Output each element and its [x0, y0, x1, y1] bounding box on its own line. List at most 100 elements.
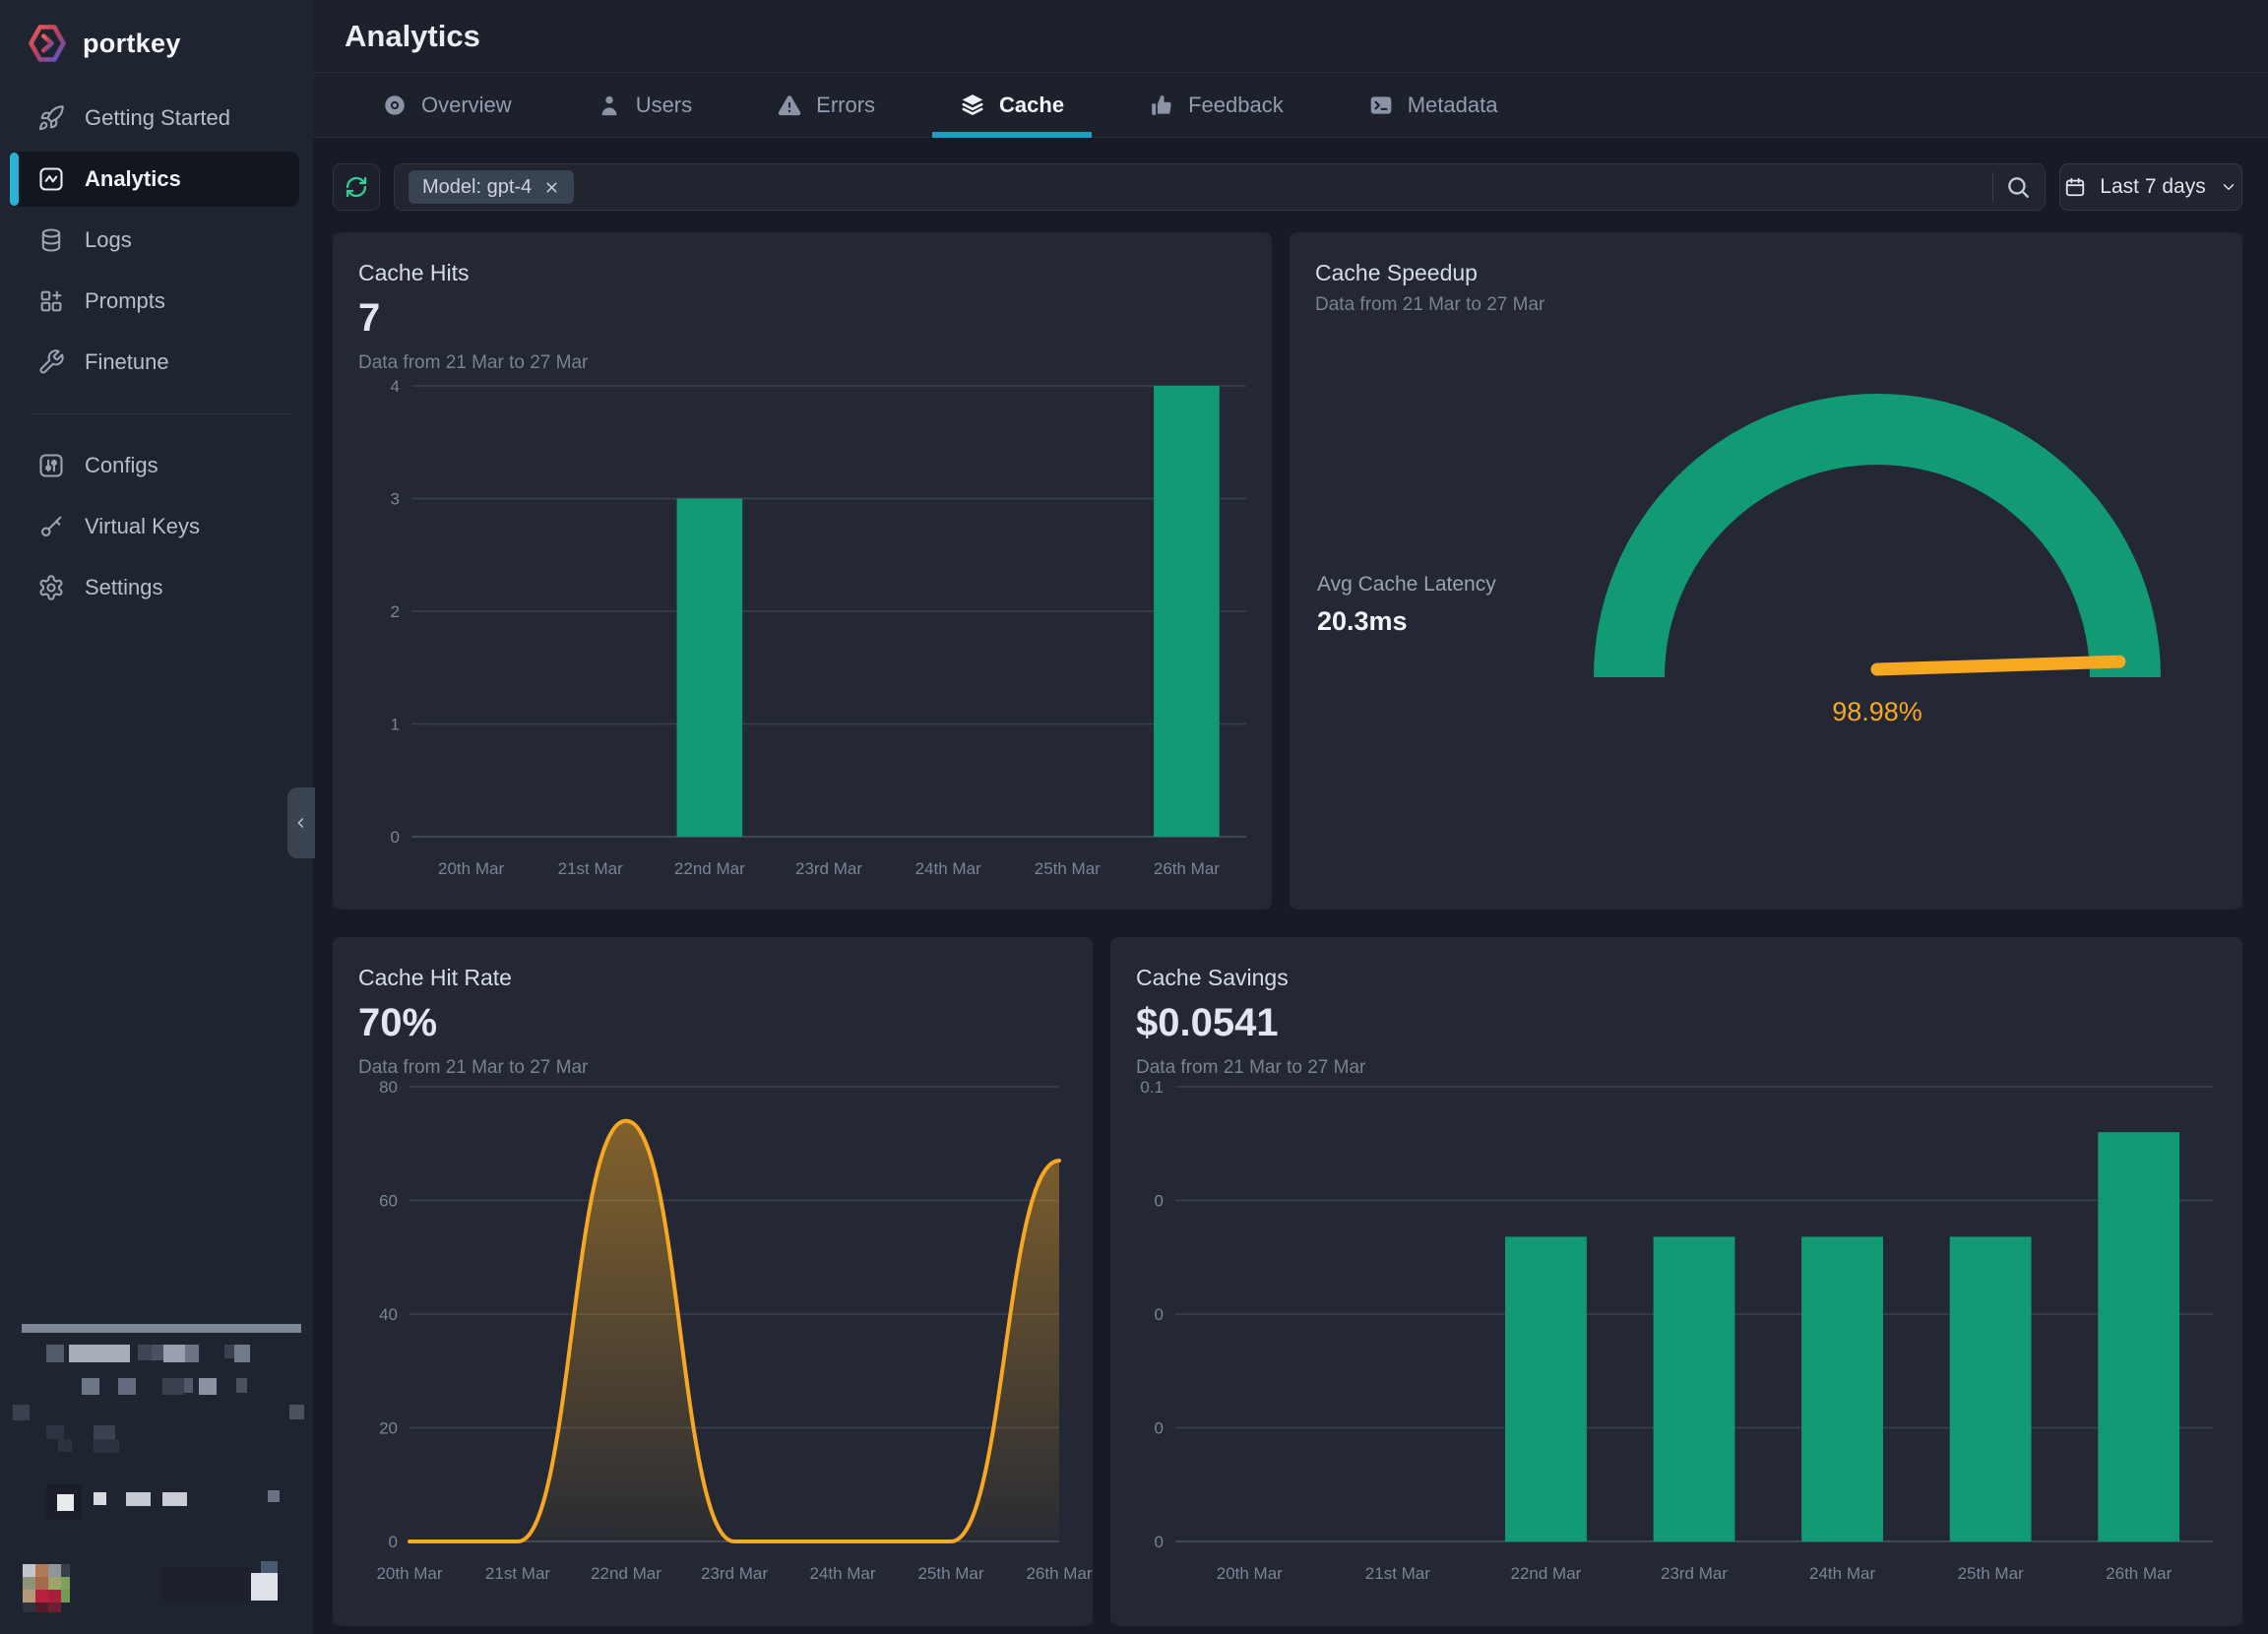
svg-text:26th Mar: 26th Mar	[1154, 859, 1220, 878]
logo-text: portkey	[83, 29, 181, 59]
sidebar-item-label: Getting Started	[85, 105, 230, 131]
redacted-pixel	[163, 1345, 185, 1362]
sidebar-collapse-button[interactable]	[287, 787, 315, 858]
svg-text:80: 80	[379, 1078, 398, 1097]
svg-text:0.1: 0.1	[1140, 1078, 1164, 1097]
sidebar-item-getting-started[interactable]: Getting Started	[12, 91, 299, 146]
wrench-icon	[37, 348, 65, 376]
svg-text:25th Mar: 25th Mar	[917, 1564, 983, 1583]
redacted-pixel	[61, 1577, 70, 1590]
close-icon[interactable]	[543, 179, 560, 196]
tab-metadata[interactable]: Metadata	[1341, 73, 1526, 137]
tab-label: Cache	[999, 93, 1064, 118]
sidebar-item-label: Logs	[85, 227, 132, 253]
filter-search-input[interactable]: Model: gpt-4	[394, 163, 2046, 211]
svg-text:20th Mar: 20th Mar	[438, 859, 504, 878]
sidebar-item-finetune[interactable]: Finetune	[12, 335, 299, 390]
svg-text:0: 0	[1155, 1533, 1164, 1551]
sidebar-item-prompts[interactable]: Prompts	[12, 274, 299, 329]
redacted-pixel	[162, 1378, 184, 1395]
svg-text:3: 3	[391, 490, 400, 509]
svg-text:4: 4	[391, 377, 400, 396]
redacted-pixel	[23, 1590, 35, 1603]
sidebar-item-configs[interactable]: Configs	[12, 438, 299, 493]
redacted-pixel	[57, 1494, 74, 1511]
cache-savings-bar-chart[interactable]: 00000.120th Mar21st Mar22nd Mar23rd Mar2…	[1110, 1075, 2242, 1626]
sidebar-item-logs[interactable]: Logs	[12, 213, 299, 268]
redacted-pixel	[23, 1577, 35, 1590]
svg-text:24th Mar: 24th Mar	[809, 1564, 875, 1583]
tab-label: Users	[636, 93, 692, 118]
redacted-pixel	[162, 1492, 187, 1506]
cards-row-1: Cache Hits 7 Data from 21 Mar to 27 Mar …	[333, 232, 2242, 910]
svg-text:20th Mar: 20th Mar	[376, 1564, 442, 1583]
key-icon	[37, 513, 65, 540]
sidebar-item-label: Analytics	[85, 166, 181, 192]
redacted-pixel	[35, 1603, 48, 1612]
redacted-pixel	[118, 1378, 136, 1395]
chevron-down-icon	[2220, 178, 2237, 196]
redacted-pixel	[236, 1378, 247, 1393]
card-title: Cache Hit Rate	[358, 965, 1067, 991]
redacted-pixel	[289, 1405, 304, 1419]
card-value: 7	[358, 296, 1246, 341]
svg-text:26th Mar: 26th Mar	[1026, 1564, 1092, 1583]
sidebar-item-label: Settings	[85, 575, 163, 600]
logo[interactable]: portkey	[0, 22, 299, 65]
card-value: $0.0541	[1136, 1001, 2217, 1045]
tab-label: Feedback	[1188, 93, 1284, 118]
redacted-pixel	[138, 1345, 152, 1360]
cache-hits-bar-chart[interactable]: 0123420th Mar21st Mar22nd Mar23rd Mar24t…	[333, 370, 1272, 910]
tab-label: Overview	[421, 93, 512, 118]
redacted-pixel	[23, 1564, 35, 1577]
date-range-label: Last 7 days	[2100, 175, 2205, 199]
warning-icon	[777, 93, 802, 118]
svg-text:0: 0	[1155, 1419, 1164, 1438]
search-icon[interactable]	[2005, 174, 2031, 200]
redacted-pixel	[35, 1564, 48, 1577]
grid-plus-icon	[37, 287, 65, 315]
redacted-pixel	[94, 1439, 119, 1453]
refresh-button[interactable]	[333, 163, 380, 211]
cache-hits-card: Cache Hits 7 Data from 21 Mar to 27 Mar …	[333, 232, 1272, 910]
tab-cache[interactable]: Cache	[932, 73, 1092, 137]
sidebar-item-analytics[interactable]: Analytics	[12, 152, 299, 207]
card-title: Cache Savings	[1136, 965, 2217, 991]
card-title: Cache Hits	[358, 260, 1246, 286]
cache-speedup-card: Cache Speedup Data from 21 Mar to 27 Mar…	[1290, 232, 2242, 910]
sidebar-item-label: Finetune	[85, 349, 169, 375]
redacted-pixel	[48, 1564, 61, 1577]
tab-errors[interactable]: Errors	[749, 73, 903, 137]
cards-row-2: Cache Hit Rate 70% Data from 21 Mar to 2…	[333, 937, 2242, 1626]
tab-overview[interactable]: Overview	[354, 73, 539, 137]
title-bar: Analytics	[313, 0, 2268, 73]
redacted-pixel	[261, 1561, 278, 1573]
cache-speedup-gauge[interactable]: 98.98%	[1290, 232, 2242, 910]
sidebar-nav: Getting Started Analytics Logs Prompts F…	[0, 91, 299, 615]
redacted-pixel	[35, 1577, 48, 1590]
sidebar-item-label: Virtual Keys	[85, 514, 200, 539]
svg-text:24th Mar: 24th Mar	[1809, 1564, 1875, 1583]
svg-text:40: 40	[379, 1305, 398, 1324]
cache-hit-rate-area-chart[interactable]: 02040608020th Mar21st Mar22nd Mar23rd Ma…	[333, 1075, 1093, 1626]
redacted-pixel	[94, 1492, 106, 1505]
redacted-pixel	[48, 1590, 61, 1603]
tab-users[interactable]: Users	[569, 73, 720, 137]
redacted-pixel	[152, 1345, 163, 1360]
filter-chip-model[interactable]: Model: gpt-4	[409, 170, 574, 204]
date-range-button[interactable]: Last 7 days	[2059, 163, 2242, 211]
redacted-pixel	[126, 1492, 151, 1506]
svg-text:21st Mar: 21st Mar	[1365, 1564, 1430, 1583]
tab-label: Metadata	[1408, 93, 1498, 118]
cache-hit-rate-card: Cache Hit Rate 70% Data from 21 Mar to 2…	[333, 937, 1093, 1626]
sidebar-item-settings[interactable]: Settings	[12, 560, 299, 615]
redacted-pixel	[48, 1577, 61, 1590]
svg-text:26th Mar: 26th Mar	[2106, 1564, 2172, 1583]
redacted-pixel	[184, 1378, 193, 1393]
cache-savings-card: Cache Savings $0.0541 Data from 21 Mar t…	[1110, 937, 2242, 1626]
svg-text:24th Mar: 24th Mar	[915, 859, 981, 878]
redacted-pixel	[224, 1345, 234, 1358]
sidebar-item-virtual-keys[interactable]: Virtual Keys	[12, 499, 299, 554]
database-icon	[37, 226, 65, 254]
tab-feedback[interactable]: Feedback	[1121, 73, 1311, 137]
